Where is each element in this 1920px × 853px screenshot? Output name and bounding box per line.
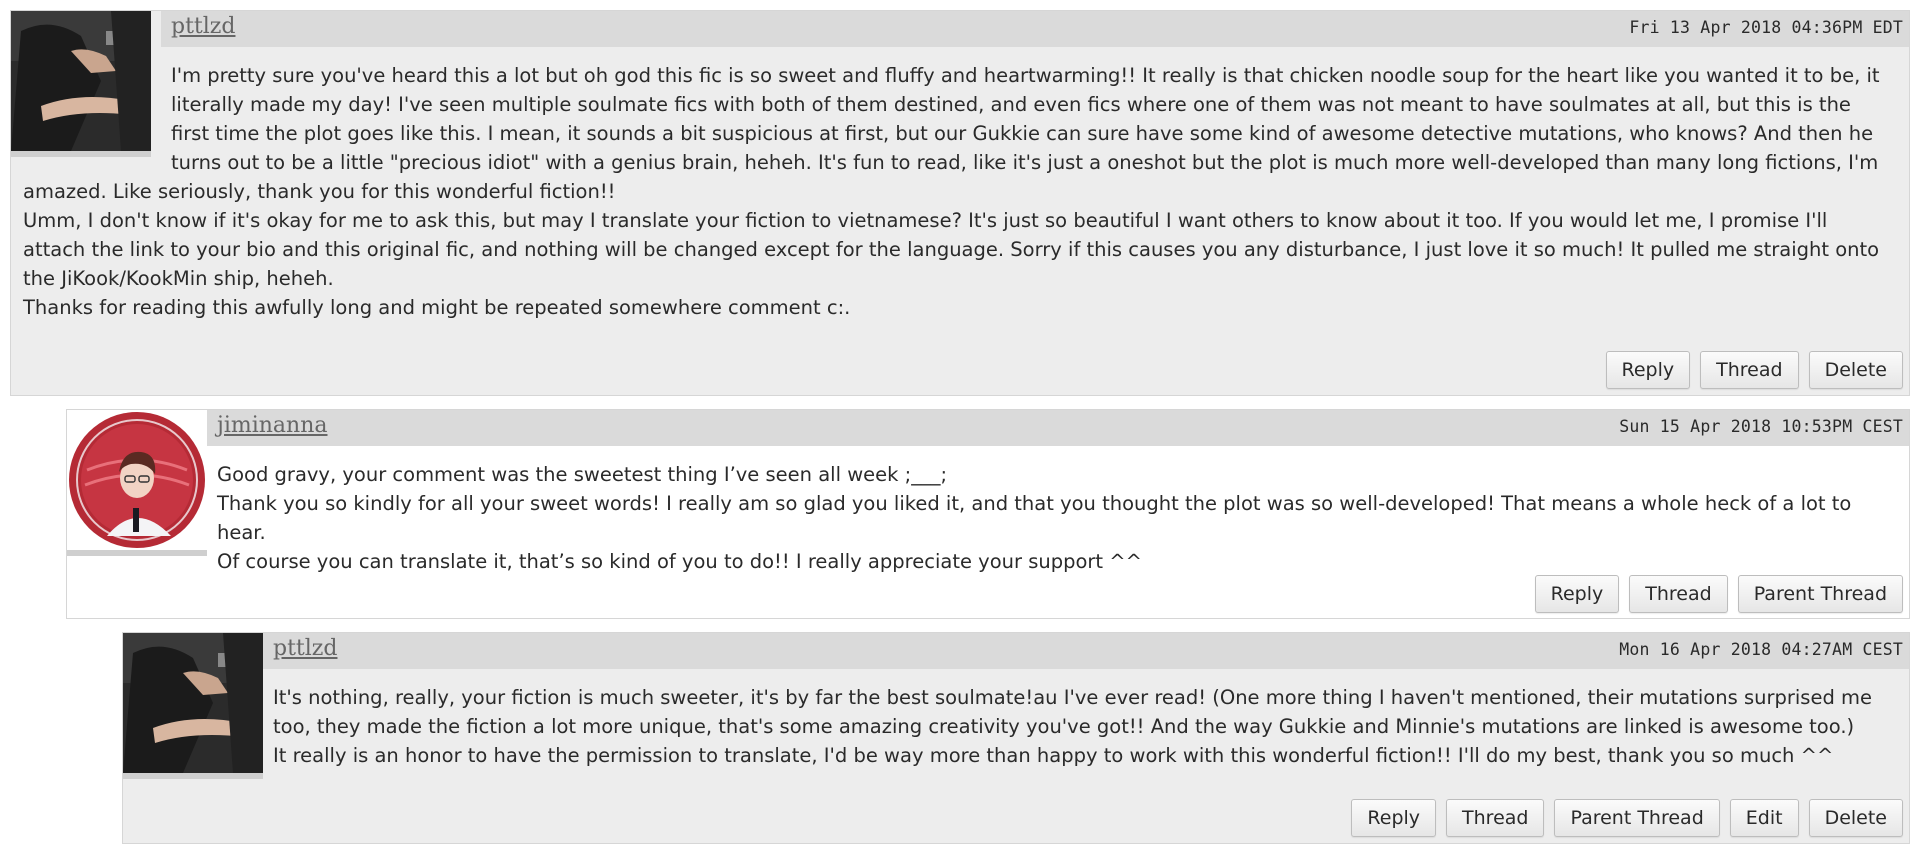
avatar[interactable]: [11, 11, 151, 157]
delete-button[interactable]: Delete: [1808, 351, 1903, 389]
user-avatar-icon[interactable]: [123, 633, 263, 773]
comment-paragraph: Of course you can translate it, that’s s…: [217, 550, 1142, 573]
comment-actions: Reply Thread Delete: [1605, 351, 1903, 389]
comment-paragraph: Good gravy, your comment was the sweetes…: [217, 463, 948, 486]
comment-body: Good gravy, your comment was the sweetes…: [217, 460, 1895, 576]
thread-button[interactable]: Thread: [1629, 575, 1728, 613]
comment-paragraph: Thank you so kindly for all your sweet w…: [217, 492, 1852, 544]
comment: jiminanna Sun 15 Apr 2018 10:53PM CEST G…: [66, 409, 1910, 619]
user-avatar-icon[interactable]: [11, 11, 151, 151]
username-link[interactable]: pttlzd: [273, 636, 337, 661]
reply-button[interactable]: Reply: [1534, 575, 1620, 613]
parent-thread-button[interactable]: Parent Thread: [1554, 799, 1720, 837]
comment-paragraph: It really is an honor to have the permis…: [273, 744, 1834, 767]
avatar[interactable]: [67, 410, 207, 556]
comment: pttlzd Fri 13 Apr 2018 04:36PM EDT I'm p…: [10, 10, 1910, 396]
comment-paragraph: I'm pretty sure you've heard this a lot …: [23, 64, 1880, 203]
comment-body: It's nothing, really, your fiction is mu…: [273, 683, 1895, 770]
delete-button[interactable]: Delete: [1808, 799, 1903, 837]
comment-body: I'm pretty sure you've heard this a lot …: [11, 11, 1909, 322]
avatar[interactable]: [123, 633, 263, 779]
reply-button[interactable]: Reply: [1605, 351, 1691, 389]
comment-datetime: Fri 13 Apr 2018 04:36PM EDT: [1629, 18, 1903, 37]
comment-paragraph: Thanks for reading this awfully long and…: [23, 296, 851, 319]
comment-byline: pttlzd Fri 13 Apr 2018 04:36PM EDT: [161, 11, 1909, 47]
comment-paragraph: Umm, I don't know if it's okay for me to…: [23, 209, 1880, 290]
edit-button[interactable]: Edit: [1729, 799, 1799, 837]
comment: pttlzd Mon 16 Apr 2018 04:27AM CEST It's…: [122, 632, 1910, 844]
comment-datetime: Mon 16 Apr 2018 04:27AM CEST: [1619, 640, 1903, 659]
parent-thread-button[interactable]: Parent Thread: [1737, 575, 1903, 613]
comment-actions: Reply Thread Parent Thread: [1534, 575, 1903, 613]
avatar-shadow: [11, 151, 151, 157]
comment-paragraph: It's nothing, really, your fiction is mu…: [273, 686, 1873, 738]
thread-button[interactable]: Thread: [1446, 799, 1545, 837]
username-link[interactable]: jiminanna: [217, 413, 328, 438]
comment-byline: jiminanna Sun 15 Apr 2018 10:53PM CEST: [207, 410, 1909, 446]
comment-actions: Reply Thread Parent Thread Edit Delete: [1351, 799, 1903, 837]
comment-byline: pttlzd Mon 16 Apr 2018 04:27AM CEST: [263, 633, 1909, 669]
user-avatar-icon[interactable]: [67, 410, 207, 550]
avatar-shadow: [67, 550, 207, 556]
comment-datetime: Sun 15 Apr 2018 10:53PM CEST: [1619, 417, 1903, 436]
avatar-shadow: [123, 773, 263, 779]
reply-button[interactable]: Reply: [1351, 799, 1437, 837]
thread-button[interactable]: Thread: [1700, 351, 1799, 389]
username-link[interactable]: pttlzd: [171, 14, 235, 39]
